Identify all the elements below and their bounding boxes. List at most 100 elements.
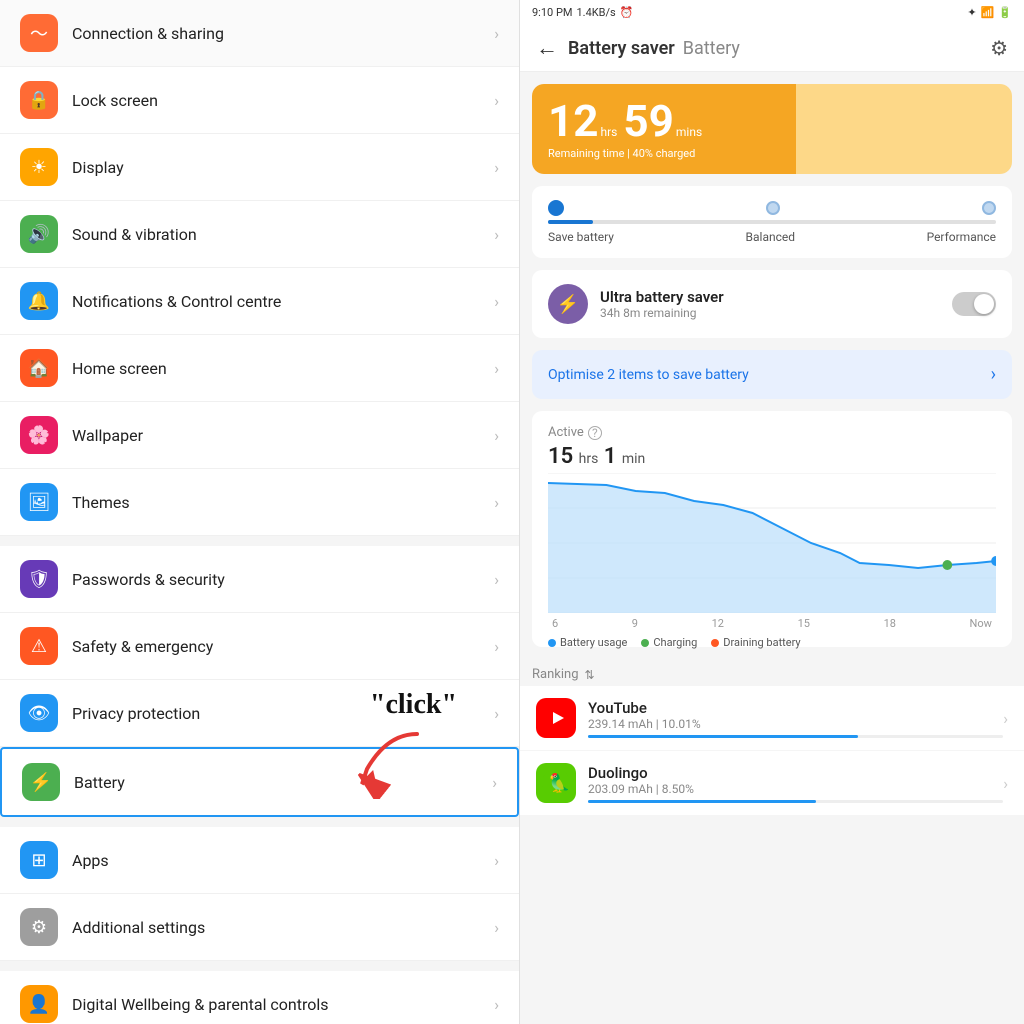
safety-chevron-icon: › bbox=[494, 637, 499, 656]
legend-label-charging: Charging bbox=[653, 636, 697, 649]
bluetooth-icon: ✦ bbox=[967, 6, 976, 19]
status-bar: 9:10 PM 1.4KB/s ⏰ ✦ 📶 🔋 bbox=[520, 0, 1024, 25]
settings-item-sound[interactable]: 🔊Sound & vibration› bbox=[0, 201, 519, 268]
time-label-9: 9 bbox=[632, 617, 638, 630]
time-label-6: 6 bbox=[552, 617, 558, 630]
legend-label-usage: Battery usage bbox=[560, 636, 627, 649]
app-row-youtube[interactable]: YouTube239.14 mAh | 10.01%› bbox=[520, 686, 1024, 750]
ultra-subtitle: 34h 8m remaining bbox=[600, 306, 952, 320]
settings-item-passwords[interactable]: 🛡Passwords & security› bbox=[0, 546, 519, 613]
optimise-chevron-icon: › bbox=[991, 364, 996, 385]
settings-item-wallpaper[interactable]: 🌸Wallpaper› bbox=[0, 402, 519, 469]
additional-chevron-icon: › bbox=[494, 918, 499, 937]
homescreen-icon: 🏠 bbox=[20, 349, 58, 387]
display-chevron-icon: › bbox=[494, 158, 499, 177]
lockscreen-label: Lock screen bbox=[72, 91, 494, 110]
mode-dot-performance[interactable] bbox=[982, 201, 996, 215]
active-mins: 1 bbox=[604, 444, 617, 469]
battery-time-card: 12 hrs 59 mins Remaining time | 40% char… bbox=[532, 84, 1012, 174]
settings-item-connection[interactable]: 〜Connection & sharing› bbox=[0, 0, 519, 67]
privacy-icon: 👁 bbox=[20, 694, 58, 732]
duolingo-info: Duolingo203.09 mAh | 8.50% bbox=[588, 764, 1003, 803]
mode-label-save[interactable]: Save battery bbox=[548, 230, 614, 244]
battery-mins: 59 bbox=[623, 99, 674, 143]
lockscreen-chevron-icon: › bbox=[494, 91, 499, 110]
apps-label: Apps bbox=[72, 851, 494, 870]
settings-item-notifications[interactable]: 🔔Notifications & Control centre› bbox=[0, 268, 519, 335]
status-speed: 1.4KB/s bbox=[576, 6, 615, 19]
legend-charging: Charging bbox=[641, 636, 697, 649]
additional-icon: ⚙ bbox=[20, 908, 58, 946]
settings-item-privacy[interactable]: 👁Privacy protection› bbox=[0, 680, 519, 747]
svg-text:🦜: 🦜 bbox=[548, 772, 570, 794]
time-label-18: 18 bbox=[884, 617, 896, 630]
chart-time-labels: 6 9 12 15 18 Now bbox=[548, 617, 996, 630]
connection-chevron-icon: › bbox=[494, 24, 499, 43]
legend-dot-draining bbox=[711, 639, 719, 647]
homescreen-label: Home screen bbox=[72, 359, 494, 378]
settings-item-themes[interactable]: 🖼Themes› bbox=[0, 469, 519, 536]
safety-label: Safety & emergency bbox=[72, 637, 494, 656]
mode-label-balanced[interactable]: Balanced bbox=[746, 230, 796, 244]
ultra-toggle[interactable] bbox=[952, 292, 996, 316]
app-list: YouTube239.14 mAh | 10.01%› 🦜 Duolingo203.… bbox=[520, 686, 1024, 815]
settings-list: 〜Connection & sharing›🔒Lock screen›☀Disp… bbox=[0, 0, 520, 1024]
apps-chevron-icon: › bbox=[494, 851, 499, 870]
page-title: Battery saver bbox=[568, 38, 675, 59]
mode-labels: Save battery Balanced Performance bbox=[548, 230, 996, 244]
battery-card-right bbox=[796, 84, 1012, 174]
settings-item-additional[interactable]: ⚙ Additional settings› bbox=[0, 894, 519, 961]
wellbeing-icon: 👤 bbox=[20, 985, 58, 1023]
wallpaper-icon: 🌸 bbox=[20, 416, 58, 454]
battery-icon: 🔋 bbox=[998, 6, 1012, 19]
mode-track-fill bbox=[548, 220, 593, 224]
duolingo-stats: 203.09 mAh | 8.50% bbox=[588, 782, 1003, 796]
additional-label: Additional settings bbox=[72, 918, 494, 937]
ultra-icon: ⚡ bbox=[548, 284, 588, 324]
settings-item-wellbeing[interactable]: 👤Digital Wellbeing & parental controls› bbox=[0, 971, 519, 1024]
settings-item-apps[interactable]: ⊞Apps› bbox=[0, 827, 519, 894]
app-row-duolingo[interactable]: 🦜Duolingo203.09 mAh | 8.50%› bbox=[520, 751, 1024, 815]
youtube-name: YouTube bbox=[588, 699, 1003, 717]
settings-item-safety[interactable]: ⚠Safety & emergency› bbox=[0, 613, 519, 680]
settings-item-battery[interactable]: ⚡Battery›"click" bbox=[0, 747, 519, 817]
toggle-knob bbox=[974, 294, 994, 314]
notifications-label: Notifications & Control centre bbox=[72, 292, 494, 311]
info-icon: ? bbox=[588, 426, 602, 440]
youtube-stats: 239.14 mAh | 10.01% bbox=[588, 717, 1003, 731]
gear-button[interactable]: ⚙ bbox=[990, 36, 1008, 60]
mode-dots bbox=[548, 200, 996, 216]
mode-dot-save[interactable] bbox=[548, 200, 564, 216]
mode-selector: Save battery Balanced Performance bbox=[532, 186, 1012, 258]
settings-item-homescreen[interactable]: 🏠Home screen› bbox=[0, 335, 519, 402]
page-subtitle[interactable]: Battery bbox=[683, 38, 740, 59]
active-label: Active ? bbox=[548, 425, 996, 440]
duolingo-app-icon: 🦜 bbox=[536, 763, 576, 803]
settings-item-lockscreen[interactable]: 🔒Lock screen› bbox=[0, 67, 519, 134]
status-right: ✦ 📶 🔋 bbox=[967, 6, 1012, 19]
optimise-banner[interactable]: Optimise 2 items to save battery › bbox=[532, 350, 1012, 399]
time-label-12: 12 bbox=[712, 617, 724, 630]
sort-icon[interactable]: ⇅ bbox=[585, 668, 595, 682]
ultra-battery-saver[interactable]: ⚡ Ultra battery saver 34h 8m remaining bbox=[532, 270, 1012, 338]
sound-chevron-icon: › bbox=[494, 225, 499, 244]
settings-item-display[interactable]: ☀Display› bbox=[0, 134, 519, 201]
chart-legend: Battery usage Charging Draining battery bbox=[548, 630, 996, 649]
chart-container: 6 9 12 15 18 Now Battery usage Charging bbox=[548, 473, 996, 633]
display-label: Display bbox=[72, 158, 494, 177]
mins-label: mins bbox=[676, 125, 702, 139]
duolingo-name: Duolingo bbox=[588, 764, 1003, 782]
mode-dot-balanced[interactable] bbox=[766, 201, 780, 215]
optimise-text: Optimise 2 items to save battery bbox=[548, 367, 991, 383]
passwords-chevron-icon: › bbox=[494, 570, 499, 589]
mode-label-performance[interactable]: Performance bbox=[927, 230, 996, 244]
wallpaper-chevron-icon: › bbox=[494, 426, 499, 445]
ranking-label: Ranking bbox=[532, 667, 579, 682]
back-button[interactable]: ← bbox=[536, 35, 558, 61]
legend-draining: Draining battery bbox=[711, 636, 800, 649]
status-time: 9:10 PM bbox=[532, 6, 572, 19]
youtube-bar-bg bbox=[588, 735, 1003, 738]
ultra-title: Ultra battery saver bbox=[600, 288, 952, 306]
battery-time-display: 12 hrs 59 mins bbox=[548, 99, 780, 143]
active-text: Active bbox=[548, 425, 584, 440]
